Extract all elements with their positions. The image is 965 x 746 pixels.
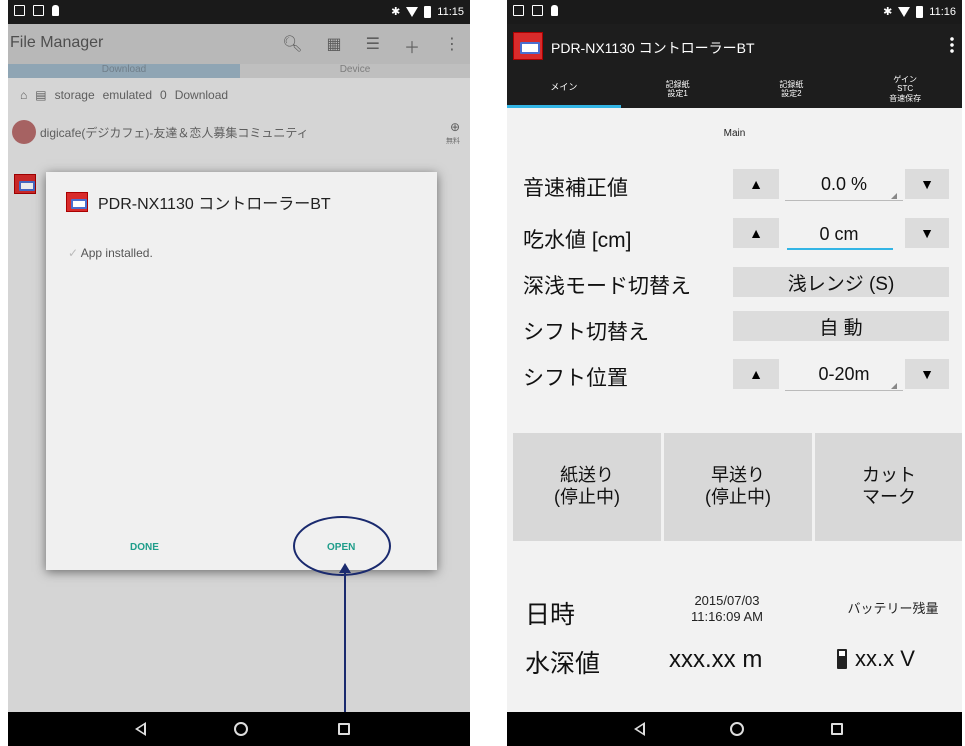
pointer-arrow-head <box>339 563 351 573</box>
navigation-bar <box>507 712 962 746</box>
fast-forward-button[interactable]: 早送り (停止中) <box>664 433 812 541</box>
battery-icon <box>424 5 432 18</box>
tab-main[interactable]: メイン <box>507 70 621 108</box>
draft-down-button[interactable]: ▼ <box>905 218 949 248</box>
overflow-menu-icon[interactable] <box>950 36 954 54</box>
date-value: 2015/07/03 <box>694 593 760 608</box>
right-phone-screen: ✱ 11:16 PDR-NX1130 コントローラーBT メイン 記録紙 設定1 … <box>507 0 962 746</box>
battery-icon <box>916 5 924 18</box>
screenshot-notification-icon <box>33 5 44 16</box>
draft-up-button[interactable]: ▲ <box>733 218 779 248</box>
battery-label: バッテリー残量 <box>847 601 939 616</box>
dialog-app-name: PDR-NX1130 コントローラーBT <box>98 196 331 213</box>
field-corner-icon <box>891 383 897 389</box>
time-value: 11:16:09 AM <box>690 609 764 624</box>
bluetooth-icon: ✱ <box>391 6 401 18</box>
section-label: Main <box>723 128 746 139</box>
app-title: PDR-NX1130 コントローラーBT <box>551 40 755 56</box>
depth-mode-label: 深浅モード切替え <box>523 275 691 298</box>
status-bar: ✱ 11:16 <box>507 0 962 24</box>
tab-bar: メイン 記録紙 設定1 記録紙 設定2 ゲイン STC 音速保存 <box>507 70 962 108</box>
battery-voltage: xx.x V <box>837 646 915 672</box>
field-corner-icon <box>891 193 897 199</box>
battery-voltage-value: xx.x V <box>855 646 915 671</box>
app-bar: PDR-NX1130 コントローラーBT <box>507 24 962 70</box>
sound-speed-label: 音速補正値 <box>523 177 628 200</box>
done-button[interactable]: DONE <box>130 542 159 553</box>
shift-position-down-button[interactable]: ▼ <box>905 359 949 389</box>
tab-paper-settings-2[interactable]: 記録紙 設定2 <box>735 70 849 108</box>
status-time: 11:16 <box>929 5 956 18</box>
depth-mode-button[interactable]: 浅レンジ (S) <box>733 267 949 297</box>
draft-label: 吃水値 [cm] <box>523 229 632 252</box>
home-button-icon[interactable] <box>730 722 744 736</box>
bluetooth-icon: ✱ <box>883 6 893 18</box>
battery-level-icon <box>837 649 847 669</box>
recent-apps-icon[interactable] <box>831 723 843 735</box>
install-message: App installed. <box>80 246 153 260</box>
check-icon: ✓ <box>68 246 79 260</box>
navigation-bar <box>8 712 470 746</box>
status-bar: ✱ 11:15 <box>8 0 470 24</box>
screenshot-notification-icon <box>532 5 543 16</box>
datetime-label: 日時 <box>525 601 576 629</box>
draft-value[interactable]: 0 cm <box>785 224 893 245</box>
back-icon[interactable] <box>135 722 146 736</box>
tab-paper-settings-1[interactable]: 記録紙 設定1 <box>621 70 735 108</box>
image-notification-icon <box>513 5 524 16</box>
sound-speed-underline <box>785 200 903 201</box>
sound-speed-up-button[interactable]: ▲ <box>733 169 779 199</box>
tab-gain-stc[interactable]: ゲイン STC 音速保存 <box>848 70 962 108</box>
wifi-icon <box>406 6 419 17</box>
shift-position-underline <box>785 390 903 391</box>
sound-speed-down-button[interactable]: ▼ <box>905 169 949 199</box>
location-icon <box>52 5 59 16</box>
paper-feed-button[interactable]: 紙送り (停止中) <box>513 433 661 541</box>
app-logo-icon <box>66 192 88 212</box>
image-notification-icon <box>14 5 25 16</box>
draft-underline <box>787 248 893 250</box>
depth-label: 水深値 <box>525 650 601 678</box>
status-time: 11:15 <box>437 5 464 18</box>
recent-apps-icon[interactable] <box>338 723 350 735</box>
app-logo-icon <box>513 32 543 60</box>
depth-value: xxx.xx m <box>669 646 763 673</box>
shift-switch-button[interactable]: 自 動 <box>733 311 949 341</box>
shift-switch-label: シフト切替え <box>523 321 649 344</box>
sound-speed-value[interactable]: 0.0 % <box>785 174 903 195</box>
location-icon <box>551 5 558 16</box>
home-button-icon[interactable] <box>234 722 248 736</box>
shift-position-value[interactable]: 0-20m <box>785 364 903 385</box>
shift-position-up-button[interactable]: ▲ <box>733 359 779 389</box>
left-phone-screen: ✱ 11:15 File Manager 🔍︎ ▦ ☰ ＋ ⋮ Download … <box>8 0 470 746</box>
cut-mark-button[interactable]: カット マーク <box>815 433 962 541</box>
shift-position-label: シフト位置 <box>523 367 628 390</box>
install-dialog: PDR-NX1130 コントローラーBT ✓ App installed. DO… <box>46 172 437 570</box>
back-icon[interactable] <box>634 722 645 736</box>
wifi-icon <box>898 6 911 17</box>
